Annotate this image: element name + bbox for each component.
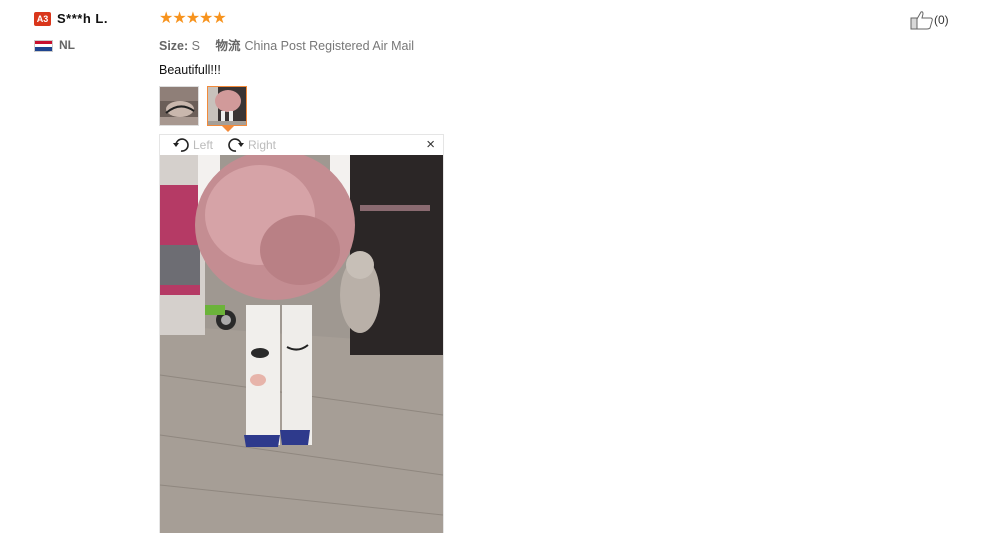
reviewer-info: A3 S***h L. (34, 10, 108, 28)
order-info: Size: S 物流 China Post Registered Air Mail (159, 35, 414, 54)
rotate-left-button[interactable]: Left (172, 136, 213, 154)
rotate-right-icon (228, 138, 244, 152)
rotate-left-icon (173, 138, 189, 152)
logistics-value: China Post Registered Air Mail (244, 39, 415, 53)
size-value: S (191, 39, 201, 53)
country-code: NL (59, 38, 75, 52)
review-image-thumbnails (159, 86, 414, 128)
logistics-label: 物流 (215, 39, 241, 53)
viewer-toolbar: Left Right × (160, 135, 443, 155)
rotate-right-button[interactable]: Right (227, 136, 276, 154)
netherlands-flag-icon (34, 39, 53, 52)
review-photo (160, 155, 443, 533)
reviewer-name: S***h L. (57, 11, 108, 27)
logistics-info: 物流 China Post Registered Air Mail (216, 39, 415, 53)
buyer-level-badge: A3 (34, 11, 51, 26)
reviewer-country: NL (34, 38, 75, 52)
thumbs-up-icon (910, 11, 933, 30)
rotate-right-label: Right (248, 138, 277, 152)
close-viewer-button[interactable]: × (426, 137, 435, 153)
review-image-thumbnail-active[interactable] (207, 86, 248, 126)
review-image-thumbnail[interactable] (159, 86, 199, 126)
review-body: ★★★★★ Size: S 物流 China Post Registered Ai… (159, 8, 414, 128)
rotate-left-label: Left (193, 138, 214, 152)
review-comment: Beautifull!!! (159, 63, 221, 77)
helpful-button[interactable]: (0) (910, 10, 949, 30)
helpful-count: (0) (934, 13, 949, 27)
active-thumbnail-pointer (222, 126, 234, 132)
size-label: Size: (159, 39, 189, 53)
image-viewer: Left Right × (159, 134, 444, 533)
star-rating: ★★★★★ (159, 10, 227, 27)
